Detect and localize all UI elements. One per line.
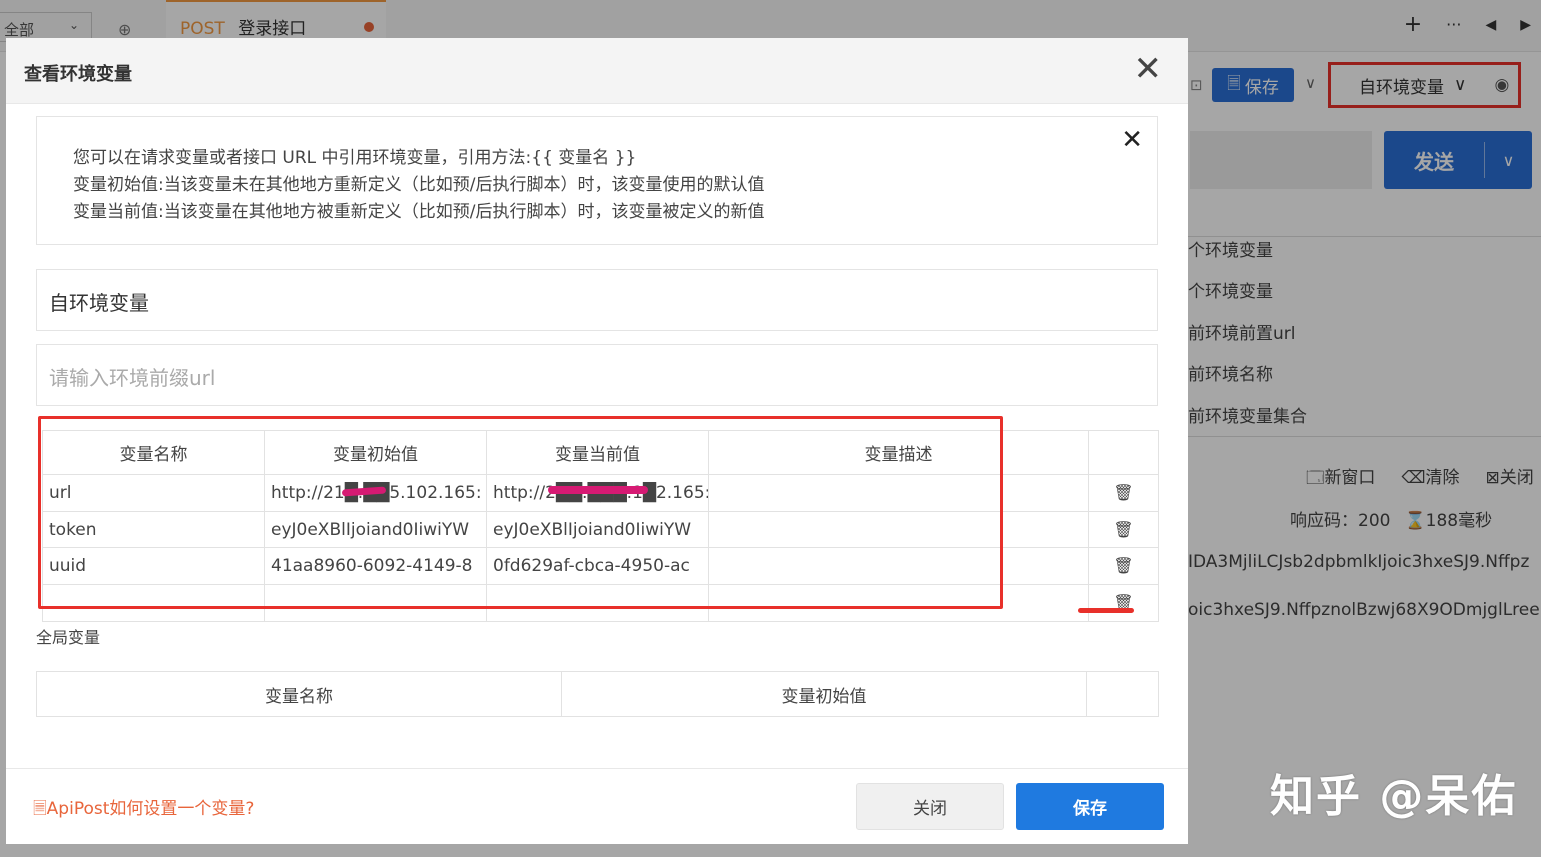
column-header: 变量名称 (42, 430, 265, 475)
tip-line: 您可以在请求变量或者接口 URL 中引用环境变量，引用方法:{{ 变量名 }} (73, 148, 637, 168)
delete-row-cell: 🗑 (1088, 584, 1159, 622)
column-header: 变量名称 (36, 671, 562, 717)
var-desc-cell[interactable] (708, 510, 1089, 549)
var-name-cell[interactable]: url (42, 474, 265, 512)
window-edge (1541, 0, 1559, 857)
global-vars-label: 全局变量 (36, 628, 101, 647)
column-header: 变量描述 (708, 430, 1089, 475)
var-current-cell[interactable] (486, 584, 709, 622)
var-name-cell[interactable]: uuid (42, 547, 265, 586)
var-desc-cell[interactable] (708, 547, 1089, 586)
dialog-header: 查看环境变量 ✕ (6, 38, 1188, 104)
table-row: uuid 41aa8960-6092-4149-8 0fd629af-cbca-… (42, 547, 1159, 586)
close-icon[interactable]: ✕ (1134, 52, 1163, 86)
env-variable-table: 变量名称 变量初始值 变量当前值 变量描述 url http://21█.██5… (42, 430, 1159, 622)
table-header-row: 变量名称 变量初始值 变量当前值 变量描述 (42, 430, 1159, 475)
trash-icon[interactable]: 🗑 (1113, 556, 1133, 575)
trash-icon[interactable]: 🗑 (1113, 520, 1133, 539)
var-initial-cell[interactable] (264, 584, 487, 622)
var-desc-cell[interactable] (708, 474, 1089, 512)
column-header: 变量初始值 (264, 430, 487, 475)
help-link-label: ApiPost如何设置一个变量? (46, 799, 255, 819)
delete-row-cell: 🗑 (1088, 510, 1159, 549)
delete-row-cell: 🗑 (1088, 474, 1159, 512)
highlight-underline (1078, 608, 1134, 613)
column-header: 变量当前值 (486, 430, 709, 475)
delete-row-cell: 🗑 (1088, 547, 1159, 586)
tip-line: 变量当前值:当该变量在其他地方被重新定义（比如预/后执行脚本）时，该变量被定义的… (73, 202, 765, 222)
save-button[interactable]: 保存 (1016, 783, 1164, 830)
tip-line: 变量初始值:当该变量未在其他地方重新定义（比如预/后执行脚本）时，该变量使用的默… (73, 175, 765, 195)
dialog-title: 查看环境变量 (24, 64, 132, 85)
dialog-footer: 🗏ApiPost如何设置一个变量? 关闭 保存 (6, 768, 1188, 844)
env-name-input[interactable]: 自环境变量 (36, 269, 1158, 331)
column-header (1088, 430, 1159, 475)
global-variable-table: 变量名称 变量初始值 (36, 671, 1159, 717)
table-row: 🗑 (42, 584, 1159, 622)
table-header-row: 变量名称 变量初始值 (36, 671, 1159, 717)
close-tip-icon[interactable]: ✕ (1121, 125, 1143, 155)
var-desc-cell[interactable] (708, 584, 1089, 622)
tip-box: 您可以在请求变量或者接口 URL 中引用环境变量，引用方法:{{ 变量名 }} … (36, 116, 1158, 245)
table-row: token eyJ0eXBlIjoiand0IiwiYW eyJ0eXBlIjo… (42, 510, 1159, 549)
watermark: 知乎 @呆佑 (1270, 771, 1518, 822)
column-header (1086, 671, 1159, 717)
column-header: 变量初始值 (561, 671, 1087, 717)
env-url-input[interactable]: 请输入环境前缀url (36, 344, 1158, 406)
help-link[interactable]: 🗏ApiPost如何设置一个变量? (33, 794, 254, 825)
env-variables-dialog: 查看环境变量 ✕ 您可以在请求变量或者接口 URL 中引用环境变量，引用方法:{… (6, 38, 1188, 844)
var-current-cell[interactable]: 0fd629af-cbca-4950-ac (486, 547, 709, 586)
redaction-mark (548, 486, 648, 494)
var-name-cell[interactable] (42, 584, 265, 622)
var-name-cell[interactable]: token (42, 510, 265, 549)
var-initial-cell[interactable]: eyJ0eXBlIjoiand0IiwiYW (264, 510, 487, 549)
var-initial-cell[interactable]: 41aa8960-6092-4149-8 (264, 547, 487, 586)
close-button[interactable]: 关闭 (856, 783, 1004, 830)
doc-icon: 🗏 (33, 799, 47, 819)
trash-icon[interactable]: 🗑 (1113, 483, 1133, 502)
var-current-cell[interactable]: eyJ0eXBlIjoiand0IiwiYW (486, 510, 709, 549)
